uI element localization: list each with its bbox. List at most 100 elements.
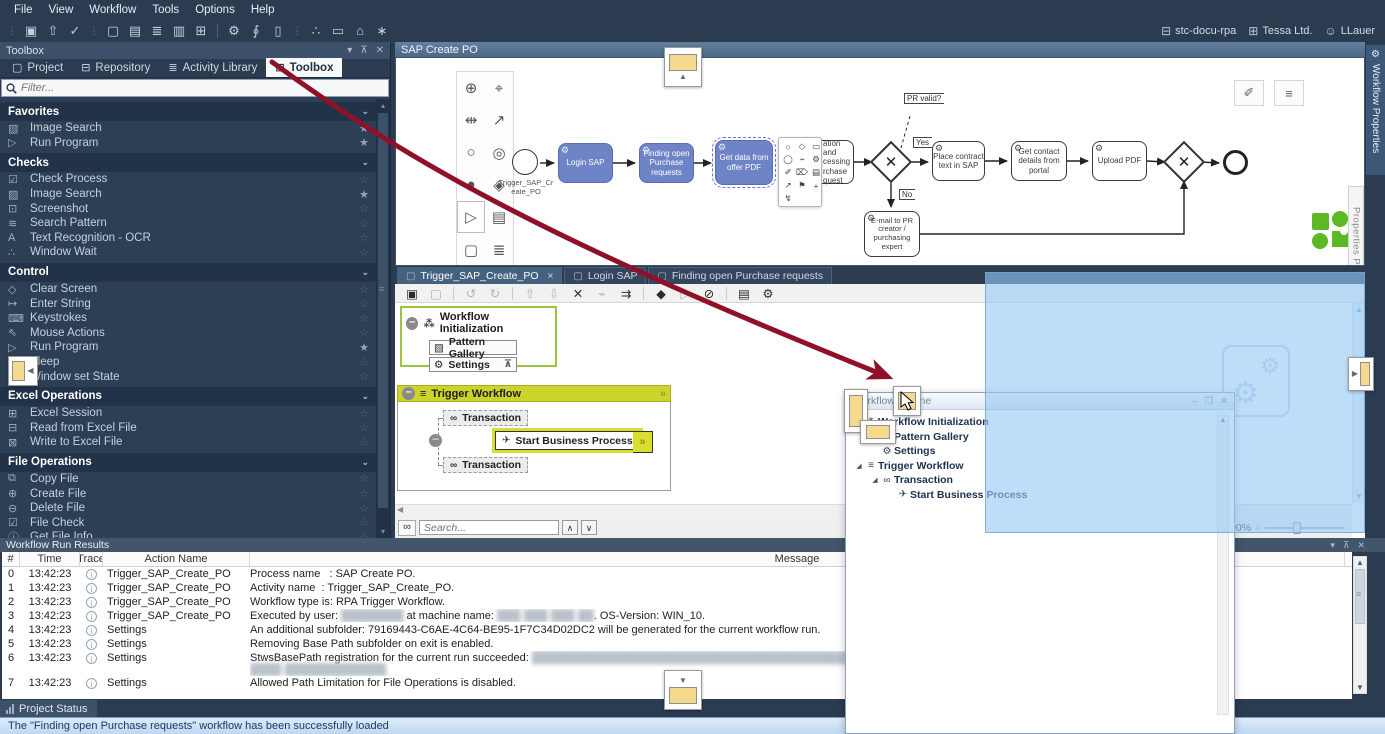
tab-activity-library[interactable]: ≣Activity Library	[159, 58, 266, 77]
collapse-icon[interactable]: –	[429, 434, 442, 447]
task-login-sap[interactable]: ⚙Login SAP	[558, 143, 613, 183]
delete-icon[interactable]: ✕	[567, 286, 589, 301]
context-pad-icon-7[interactable]: ⌦	[795, 166, 809, 179]
expander-icon[interactable]: ◢	[870, 476, 880, 484]
context-pad-icon-12[interactable]: ↯	[781, 192, 795, 205]
dock-left-guide[interactable]: ◀	[8, 356, 38, 386]
results-pin-icon[interactable]: ⊼	[1343, 540, 1350, 551]
toolbox-menu-icon[interactable]: ▾	[347, 45, 352, 56]
star-outline-icon[interactable]: ☆	[359, 202, 369, 215]
menu-tools[interactable]: Tools	[144, 2, 187, 18]
editor-tab-login-sap[interactable]: ▢Login SAP	[564, 267, 646, 284]
toolbox-item-get-file-info[interactable]: ⓘGet File Info☆	[0, 530, 377, 538]
search-prev-button[interactable]: ∧	[562, 520, 578, 535]
scroll-up-icon[interactable]: ▴	[376, 101, 390, 110]
scrollbar-thumb[interactable]	[378, 113, 388, 508]
context-pad-icon-0[interactable]: ○	[781, 140, 795, 153]
section-excel-operations[interactable]: Excel Operations⌄	[0, 387, 377, 406]
account-llauer[interactable]: ☺LLauer	[1324, 24, 1375, 38]
section-favorites[interactable]: Favorites⌄	[0, 102, 377, 121]
context-pad-icon-3[interactable]: ◯	[781, 153, 795, 166]
toolbox-item-run-program[interactable]: ▷Run Program★	[0, 136, 377, 151]
task-finding-open-pr[interactable]: ⚙Finding open Purchase requests	[639, 143, 694, 183]
publish-icon[interactable]: ⇧	[42, 21, 64, 41]
start-event[interactable]	[512, 149, 538, 175]
scroll-down-icon[interactable]: ▼	[1354, 683, 1366, 692]
star-filled-icon[interactable]: ★	[359, 136, 369, 149]
toolbox-item-file-check[interactable]: ☑File Check☆	[0, 515, 377, 530]
package-icon[interactable]: ⊞	[190, 21, 212, 41]
star-outline-icon[interactable]: ☆	[359, 436, 369, 449]
toolbox-close-icon[interactable]: ✕	[376, 45, 384, 56]
toolbox-item-create-file[interactable]: ⊕Create File☆	[0, 486, 377, 501]
results-scrollbar[interactable]: ▲ ≡ ▼	[1353, 556, 1367, 694]
report-icon[interactable]: ▥	[168, 21, 190, 41]
bpmn-canvas[interactable]: ⊕⌖⇹↗○◎●◈▷▤▢≣	[395, 57, 1365, 266]
toolbox-item-excel-session[interactable]: ⊞Excel Session☆	[0, 406, 377, 421]
star-outline-icon[interactable]: ☆	[359, 297, 369, 310]
results-close-icon[interactable]: ✕	[1357, 540, 1365, 551]
toolbox-item-image-search[interactable]: ▨Image Search★	[0, 121, 377, 136]
clear-run-icon[interactable]: ⊘	[698, 286, 720, 301]
tab-close-icon[interactable]: ×	[548, 271, 554, 282]
transaction-chip[interactable]: ∞Transaction	[443, 457, 528, 473]
account-stc-docu-rpa[interactable]: ⊟stc-docu-rpa	[1161, 24, 1236, 38]
settings-button[interactable]: ⚙Settings⊼	[429, 357, 517, 372]
task-email-pr-creator[interactable]: ⚙E-mail to PR creator / purchasing exper…	[864, 211, 920, 257]
column-header-time[interactable]: Time	[20, 552, 80, 566]
task-upload-pdf[interactable]: ⚙Upload PDF	[1092, 141, 1147, 181]
context-pad-icon-11[interactable]: +	[809, 179, 823, 192]
canvas-menu-button[interactable]: ≡	[1274, 80, 1304, 106]
star-outline-icon[interactable]: ☆	[359, 516, 369, 529]
save-icon[interactable]: ▣	[20, 21, 42, 41]
star-filled-icon[interactable]: ★	[359, 188, 369, 201]
task-get-contact-details[interactable]: ⚙Get contact details from portal	[1011, 141, 1067, 181]
star-outline-icon[interactable]: ☆	[359, 421, 369, 434]
menu-workflow[interactable]: Workflow	[81, 2, 144, 18]
toolbox-item-window-set-state[interactable]: ❐Window set State☆	[0, 369, 377, 384]
context-pad-icon-6[interactable]: ✐	[781, 166, 795, 179]
star-outline-icon[interactable]: ☆	[359, 283, 369, 296]
star-outline-icon[interactable]: ☆	[359, 487, 369, 500]
toolbox-item-search-pattern[interactable]: ≋Search Pattern☆	[0, 216, 377, 231]
start-business-process-chip[interactable]: ✈Start Business Process	[495, 431, 640, 450]
tab-project[interactable]: ▢Project	[3, 58, 72, 77]
pattern-gallery-button[interactable]: ▨Pattern Gallery	[429, 340, 517, 355]
collapse-icon[interactable]: –	[402, 387, 415, 400]
toolbox-item-run-program[interactable]: ▷Run Program★	[0, 340, 377, 355]
tab-repository[interactable]: ⊟Repository	[72, 58, 159, 77]
toolbox-item-clear-screen[interactable]: ◇Clear Screen☆	[0, 282, 377, 297]
transaction-chip[interactable]: ∞Transaction	[443, 410, 528, 426]
toolbox-item-enter-string[interactable]: ↦Enter String☆	[0, 296, 377, 311]
star-outline-icon[interactable]: ☆	[359, 370, 369, 383]
dock-bottom-guide[interactable]: ▼	[664, 670, 702, 710]
bpmn-context-pad[interactable]: ○◇▭◯⌁⚙✐⌦▤↗⚑+↯	[778, 137, 822, 207]
star-filled-icon[interactable]: ★	[359, 341, 369, 354]
expander-icon[interactable]: ◢	[854, 462, 864, 470]
copy-icon[interactable]: ▣	[401, 286, 423, 301]
column-header-action-name[interactable]: Action Name	[103, 552, 250, 566]
project-status-tab[interactable]: Project Status	[0, 700, 97, 717]
context-pad-icon-1[interactable]: ◇	[795, 140, 809, 153]
toolbox-item-read-from-excel-file[interactable]: ⊟Read from Excel File☆	[0, 421, 377, 436]
menu-help[interactable]: Help	[243, 2, 283, 18]
trigger-workflow-block[interactable]: – ≡ Trigger Workflow » ∞Transaction – ✈S…	[397, 385, 671, 491]
star-outline-icon[interactable]: ☆	[359, 217, 369, 230]
task-get-data-offer-pdf[interactable]: ⚙Get data from offer PDF	[715, 140, 773, 185]
validate-icon[interactable]: ✓	[64, 21, 86, 41]
toolbox-item-screenshot[interactable]: ⊡Screenshot☆	[0, 201, 377, 216]
attach-icon[interactable]: ∮	[245, 21, 267, 41]
menu-view[interactable]: View	[41, 2, 82, 18]
transport-icon[interactable]: ⇉	[615, 286, 637, 301]
activity-library-icon[interactable]: ≣	[146, 21, 168, 41]
menu-options[interactable]: Options	[187, 2, 243, 18]
star-outline-icon[interactable]: ☆	[359, 356, 369, 369]
home-icon[interactable]: ⌂	[349, 21, 371, 41]
distribute-icon[interactable]: ∴	[305, 21, 327, 41]
pin-icon[interactable]: ⊼	[504, 359, 512, 370]
editor-search-input[interactable]	[419, 520, 559, 535]
star-outline-icon[interactable]: ☆	[359, 326, 369, 339]
toolbox-item-mouse-actions[interactable]: ⇖Mouse Actions☆	[0, 326, 377, 341]
section-checks[interactable]: Checks⌄	[0, 153, 377, 172]
account-tessa-ltd[interactable]: ⊞Tessa Ltd.	[1248, 24, 1312, 38]
